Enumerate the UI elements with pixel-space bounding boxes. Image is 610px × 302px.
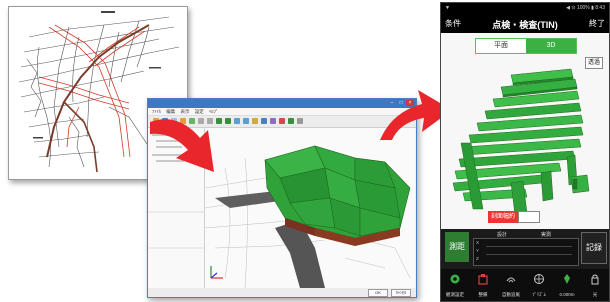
status-bar: ▼ ◀ ⊙ 100% ▮ 8:43 — [441, 3, 609, 13]
bottom-nav: 観測設定 整備 自動追尾 ﾌﾟﾘｽﾞﾑ 0.000m 光 — [441, 269, 609, 301]
signal-icon: ▼ — [445, 5, 450, 11]
pan-icon[interactable] — [234, 118, 240, 124]
row-x-label: X — [476, 240, 480, 245]
record-button[interactable]: 記録 — [581, 232, 607, 264]
nav-settings[interactable]: 観測設定 — [441, 272, 469, 300]
nav-label: ﾌﾟﾘｽﾞﾑ — [532, 292, 546, 297]
arrow-right-down-icon — [150, 119, 214, 172]
nav-prism[interactable]: ﾌﾟﾘｽﾞﾑ — [525, 272, 553, 300]
nav-label: 整備 — [478, 292, 488, 297]
app-header: 条件 点検・検査(TIN) 終了 — [441, 13, 609, 33]
check-icon[interactable] — [288, 118, 294, 124]
status-bar: OK ｷｬﾝｾﾙ — [148, 288, 416, 297]
settings-icon[interactable] — [270, 118, 276, 124]
view-3d-icon[interactable] — [261, 118, 267, 124]
table-divider — [486, 254, 572, 255]
row-z-label: Z — [476, 256, 479, 261]
nav-height[interactable]: 0.000m — [553, 272, 581, 300]
gear-icon — [450, 274, 460, 284]
measure-button[interactable]: 測距 — [445, 232, 469, 262]
status-info: ◀ ⊙ 100% ▮ 8:43 — [566, 5, 605, 11]
value-field[interactable] — [518, 211, 540, 223]
target-icon — [534, 274, 544, 284]
nav-label: 0.000m — [559, 292, 575, 297]
pin-icon — [564, 274, 570, 284]
page-title: 点検・検査(TIN) — [492, 20, 558, 30]
phone-screen: ▼ ◀ ⊙ 100% ▮ 8:43 条件 点検・検査(TIN) 終了 平面 3D… — [440, 2, 610, 302]
row-y-label: Y — [476, 248, 480, 253]
help-icon[interactable] — [297, 118, 303, 124]
rotate-icon[interactable] — [243, 118, 249, 124]
3d-view[interactable]: 平面 3D 透過 刻面幅約 — [441, 33, 609, 229]
measure-panel: 測距 設計 実測 X Y Z 記録 — [441, 229, 609, 269]
nav-label: 光 — [592, 292, 598, 297]
wave-icon — [506, 277, 516, 283]
lock-icon — [591, 274, 599, 285]
nav-label: 自動追尾 — [502, 292, 520, 297]
delete-icon[interactable] — [279, 118, 285, 124]
ok-button[interactable]: OK — [368, 289, 388, 297]
3d-viewport[interactable] — [204, 128, 415, 289]
coordinate-table: X Y Z — [473, 238, 579, 266]
building-icon — [478, 274, 488, 285]
nav-label: 観測設定 — [446, 292, 464, 297]
window-title-bar: – □ × — [148, 99, 416, 108]
nav-light[interactable]: 光 — [581, 272, 609, 300]
measured-header: 実測 — [541, 232, 552, 238]
design-header: 設計 — [497, 232, 508, 238]
nav-auto-tracking[interactable]: 自動追尾 — [497, 272, 525, 300]
face-width-tag[interactable]: 刻面幅約 — [488, 211, 519, 223]
table-divider — [486, 246, 572, 247]
tin-3d-stairs — [452, 68, 590, 216]
nav-maintenance[interactable]: 整備 — [469, 272, 497, 300]
measure-icon[interactable] — [252, 118, 258, 124]
cancel-button[interactable]: ｷｬﾝｾﾙ — [391, 289, 411, 297]
tin-3d-model — [204, 145, 411, 289]
finish-button[interactable]: 終了 — [589, 18, 605, 29]
